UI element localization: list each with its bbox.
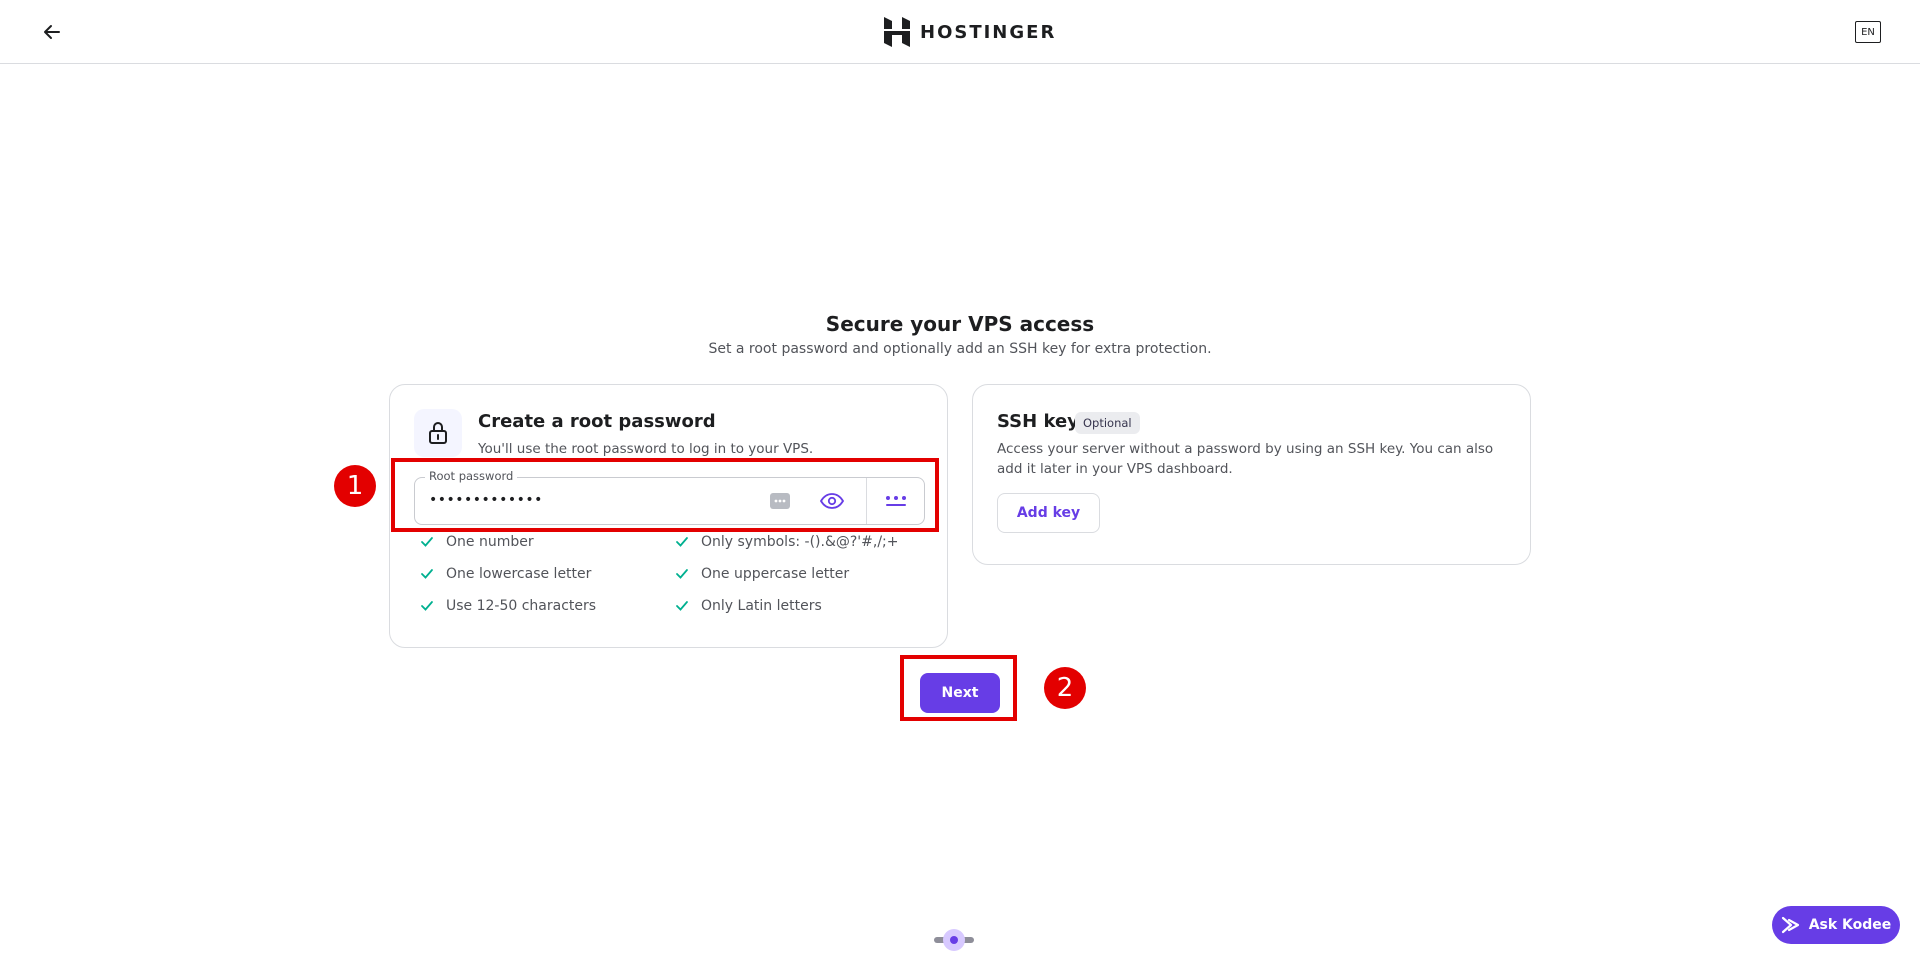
lock-icon [429,422,447,444]
check-icon [676,537,688,547]
rule-item: Only symbols: -().&@?'#,/;+ [675,534,899,550]
optional-badge: Optional [1075,412,1140,434]
rule-item: Only Latin letters [675,598,822,614]
rule-label: Only Latin letters [701,598,822,614]
back-button[interactable] [38,18,66,46]
check-icon [676,569,688,579]
annotation-marker-1: 1 [334,465,376,507]
logo-text: HOSTINGER [920,21,1057,43]
page-subtitle: Set a root password and optionally add a… [708,341,1212,357]
rule-item: One uppercase letter [675,566,849,582]
annotation-box-2 [900,655,1017,721]
rule-item: Use 12-50 characters [420,598,596,614]
rule-label: Only symbols: -().&@?'#,/;+ [701,534,899,550]
rule-item: One number [420,534,534,550]
rule-label: Use 12-50 characters [446,598,597,614]
step-indicator[interactable] [934,929,974,951]
rule-label: One number [446,534,534,550]
ssh-key-card: SSH key Optional Access your server with… [972,384,1531,565]
rule-label: One lowercase letter [446,566,592,582]
hostinger-logo[interactable]: HOSTINGER [884,16,1056,48]
top-bar: HOSTINGER EN [0,0,1920,64]
check-icon [421,569,433,579]
password-card-title: Create a root password [478,411,716,432]
check-icon [421,601,433,611]
rule-item: One lowercase letter [420,566,591,582]
step-indicator-dot [943,929,965,951]
annotation-box-1 [391,458,939,532]
page-title: Secure your VPS access [825,312,1095,336]
rule-label: One uppercase letter [701,566,850,582]
lock-icon-container [414,409,462,457]
add-key-button[interactable]: Add key [997,493,1100,533]
arrow-left-icon [44,25,60,39]
check-icon [421,537,433,547]
ssh-card-title: SSH key [997,411,1079,432]
kodee-sparkle-icon [1781,916,1799,934]
ask-kodee-label: Ask Kodee [1808,917,1892,933]
hostinger-logo-icon [884,17,910,47]
language-selector[interactable]: EN [1855,21,1881,43]
annotation-marker-2: 2 [1044,667,1086,709]
ssh-card-description: Access your server without a password by… [997,441,1494,477]
ask-kodee-button[interactable]: Ask Kodee [1772,906,1900,944]
check-icon [676,601,688,611]
password-card-description: You'll use the root password to log in t… [478,441,814,457]
